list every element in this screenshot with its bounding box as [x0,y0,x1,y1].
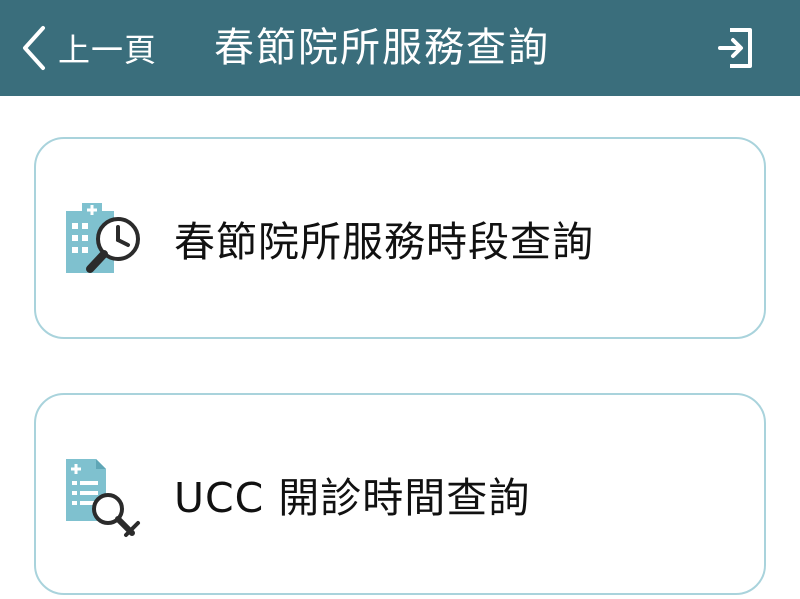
service-hours-card[interactable]: 春節院所服務時段查詢 [34,137,766,339]
logout-icon [716,26,756,74]
app-header: 上一頁 春節院所服務查詢 [0,0,800,96]
chevron-left-icon [14,18,54,78]
back-button[interactable]: 上一頁 [14,18,157,78]
logout-button[interactable] [712,26,760,74]
service-hours-label: 春節院所服務時段查詢 [174,218,594,266]
clinic-clock-search-icon [60,199,150,285]
ucc-hours-label: UCC 開診時間查詢 [174,474,531,522]
back-label: 上一頁 [58,31,158,69]
document-search-icon [60,455,150,541]
ucc-hours-card[interactable]: UCC 開診時間查詢 [34,393,766,595]
page-title: 春節院所服務查詢 [214,25,550,71]
